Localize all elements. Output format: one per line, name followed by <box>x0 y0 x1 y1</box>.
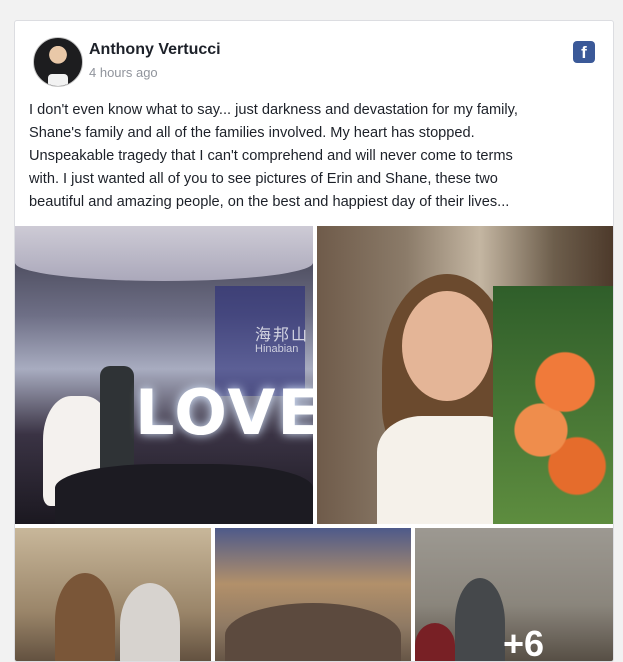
bride-face <box>402 291 492 401</box>
facebook-post-card: Anthony Vertucci 4 hours ago f I don't e… <box>14 20 614 662</box>
love-sign: LOVE <box>135 376 313 449</box>
watermark-logo: 海邦山 <box>255 325 310 344</box>
bouquet-flowers <box>493 286 613 524</box>
more-photos-overlay[interactable]: +6 <box>415 528 613 661</box>
more-photos-count[interactable]: +6 <box>503 623 544 661</box>
photo-first-dance[interactable]: LOVE <box>15 226 313 524</box>
post-timestamp[interactable]: 4 hours ago <box>89 65 158 80</box>
guest-silhouettes <box>55 464 313 524</box>
facebook-icon[interactable]: f <box>573 41 595 63</box>
photo-bride-portrait[interactable] <box>317 226 613 524</box>
photo-bride-with-grandmother[interactable] <box>15 528 211 661</box>
post-header: Anthony Vertucci 4 hours ago f <box>15 21 613 101</box>
post-body-text: I don't even know what to say... just da… <box>29 102 518 210</box>
photo-groom-church[interactable]: +6 <box>415 528 613 661</box>
grandmother-figure <box>120 583 180 661</box>
author-avatar[interactable] <box>33 37 83 87</box>
watermark-text: Hinabian <box>255 343 299 355</box>
author-name[interactable]: Anthony Vertucci <box>89 41 221 59</box>
photo-wedding-party-church[interactable] <box>215 528 411 661</box>
ceiling-drape <box>15 226 313 281</box>
wedding-party-group <box>225 603 401 661</box>
bride-figure-small <box>55 573 115 661</box>
avatar-collar <box>48 74 68 86</box>
